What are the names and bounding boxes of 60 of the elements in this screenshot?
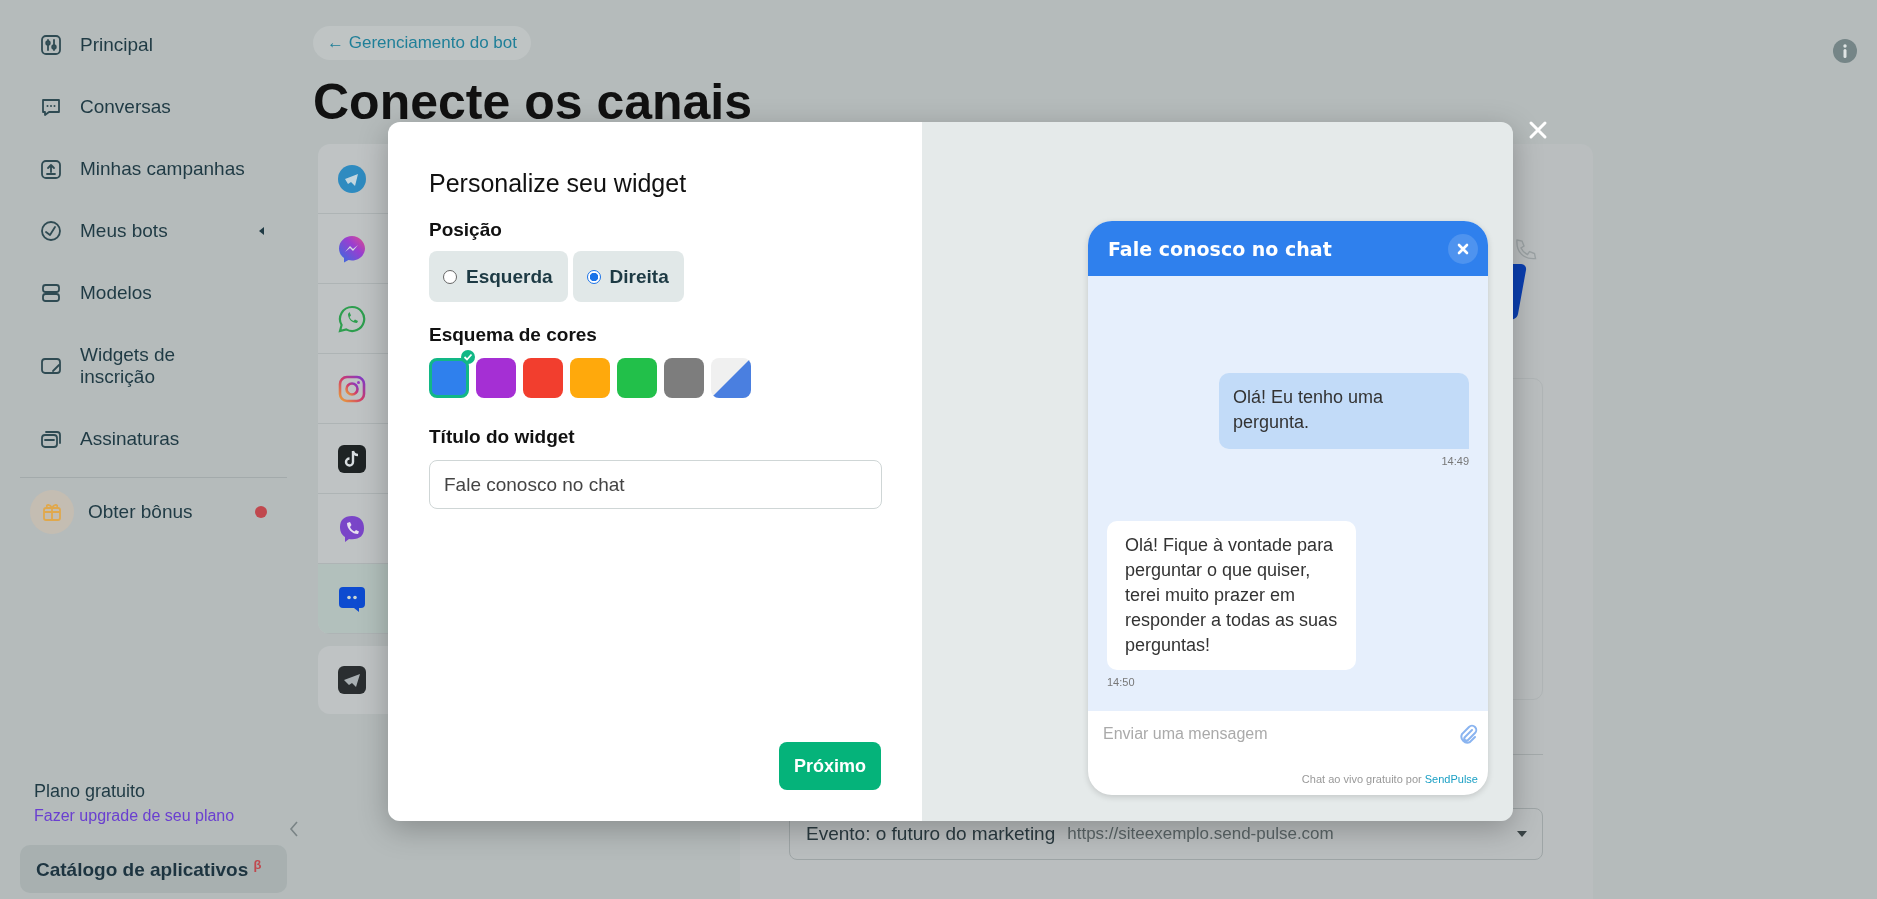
caret-icon xyxy=(257,226,265,236)
paper-plane-icon xyxy=(338,164,366,193)
close-icon[interactable] xyxy=(1528,120,1548,140)
chat-bubble-icon xyxy=(338,584,366,613)
caret-down-icon xyxy=(1516,830,1528,838)
lightning-bubble-icon xyxy=(338,234,366,263)
section-label: Título do widget xyxy=(429,426,575,448)
message-input[interactable]: Enviar uma mensagem xyxy=(1101,724,1450,744)
radio-button[interactable] xyxy=(586,269,601,284)
stack-icon xyxy=(40,282,62,304)
message-time: 14:50 xyxy=(1107,676,1136,688)
credit-text: Chat ao vivo gratuito por SendPulse xyxy=(1301,773,1478,785)
music-note-icon xyxy=(338,444,366,473)
message-bubble: Olá! Eu tenho uma pergunta. xyxy=(1219,373,1469,449)
page-title: Conecte os canais xyxy=(313,73,753,132)
chevron-left-icon[interactable] xyxy=(288,820,300,838)
nav-item[interactable]: Principal xyxy=(20,14,287,76)
color-swatch[interactable] xyxy=(523,358,563,398)
close-icon[interactable] xyxy=(1448,233,1478,264)
upload-icon xyxy=(40,158,62,180)
chat-icon xyxy=(40,96,62,118)
info-icon[interactable] xyxy=(1833,39,1857,63)
radio-button[interactable] xyxy=(443,269,457,284)
phone-bubble-icon xyxy=(338,514,366,543)
nav-item[interactable]: Modelos xyxy=(20,262,287,324)
plan-name: Plano gratuito xyxy=(33,781,147,802)
brand-link[interactable]: SendPulse xyxy=(1424,773,1478,785)
cards-icon xyxy=(40,428,62,450)
dialog-heading: Personalize seu widget xyxy=(429,168,687,199)
position-option[interactable]: Direita xyxy=(572,251,684,302)
nav-item[interactable]: Minhas campanhas xyxy=(20,138,287,200)
section-label: Posição xyxy=(429,219,502,241)
dropdown-value: Evento: o futuro do marketing xyxy=(806,823,1056,845)
phone-bubble-icon xyxy=(338,304,366,333)
color-swatch[interactable] xyxy=(429,358,469,398)
position-option[interactable]: Esquerda xyxy=(429,251,568,302)
paperclip-icon[interactable] xyxy=(1458,724,1478,744)
color-swatch[interactable] xyxy=(570,358,610,398)
paper-plane-icon xyxy=(338,666,366,694)
sliders-icon xyxy=(40,34,62,56)
check-icon xyxy=(461,350,475,364)
title-input[interactable]: Fale conosco no chat xyxy=(429,460,882,509)
color-swatch[interactable] xyxy=(476,358,516,398)
nav-item[interactable]: Conversas xyxy=(20,76,287,138)
chat-title: Fale conosco no chat xyxy=(1108,237,1332,260)
upgrade-link[interactable]: Fazer upgrade de seu plano xyxy=(20,802,287,825)
nav-item[interactable]: Meus bots xyxy=(20,200,287,262)
nav-item[interactable]: Widgets de inscrição xyxy=(20,324,287,408)
message-time: 14:49 xyxy=(1441,455,1469,467)
gift-icon xyxy=(30,490,74,534)
url-text: https://siteexemplo.send-pulse.com xyxy=(1067,824,1335,844)
catalog-button[interactable]: Catálogo de aplicativos $^{β}$ xyxy=(20,845,287,893)
color-swatch[interactable] xyxy=(617,358,657,398)
section-label: Esquema de cores xyxy=(429,324,597,346)
nav-item[interactable]: Assinaturas xyxy=(20,408,287,470)
color-swatch[interactable] xyxy=(711,358,751,398)
camera-icon xyxy=(338,374,366,403)
message-bubble: Olá! Fique à vontade para perguntar o que quiser, terei muito prazer em responder a todas as suas perguntas! xyxy=(1107,521,1356,670)
color-swatch[interactable] xyxy=(664,358,704,398)
nav-item[interactable]: Obter bônus xyxy=(20,482,287,542)
